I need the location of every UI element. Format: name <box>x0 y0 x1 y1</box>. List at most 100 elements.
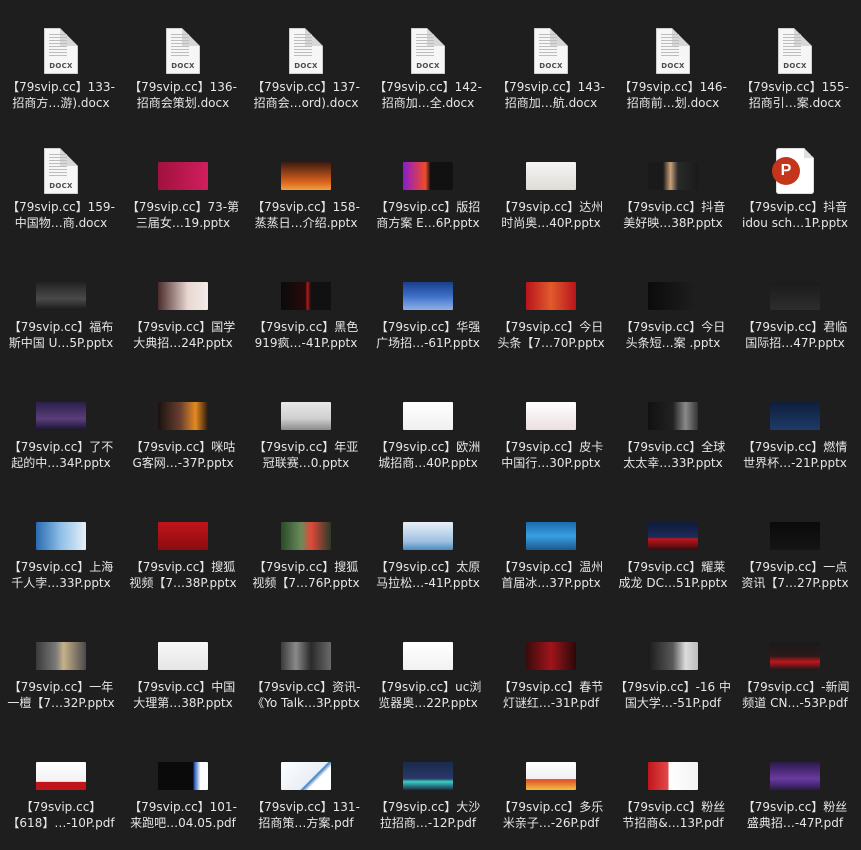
file-name[interactable]: 【79svip.cc】黑色 919疯…-41P.pptx <box>245 320 367 351</box>
file-thumbnail[interactable] <box>0 250 122 314</box>
file-item[interactable]: DOCX 【79svip.cc】136- 招商会策划.docx <box>122 10 244 130</box>
file-thumbnail[interactable] <box>245 250 367 314</box>
file-thumbnail[interactable] <box>612 730 734 794</box>
file-item[interactable]: DOCX 【79svip.cc】146- 招商前…划.docx <box>612 10 734 130</box>
file-item[interactable]: 【79svip.cc】欧洲 城招商…40P.pptx <box>367 370 489 490</box>
file-thumbnail[interactable] <box>734 730 856 794</box>
file-name[interactable]: 【79svip.cc】资讯- 《Yo Talk…3P.pptx <box>245 680 367 711</box>
file-thumbnail[interactable] <box>122 610 244 674</box>
file-name[interactable]: 【79svip.cc】 【618】…-10P.pdf <box>0 800 122 831</box>
file-item[interactable]: 【79svip.cc】君临 国际招…47P.pptx <box>734 250 856 370</box>
file-thumbnail[interactable] <box>734 610 856 674</box>
file-thumbnail[interactable]: DOCX <box>612 10 734 74</box>
file-item[interactable]: 【79svip.cc】抖音 美好映…38P.pptx <box>612 130 734 250</box>
file-item[interactable]: 【79svip.cc】-16 中国大学…-51P.pdf <box>612 610 734 730</box>
file-item[interactable]: DOCX 【79svip.cc】159- 中国物…商.docx <box>0 130 122 250</box>
file-thumbnail[interactable] <box>490 370 612 434</box>
file-thumbnail[interactable] <box>612 250 734 314</box>
file-name[interactable]: 【79svip.cc】燃情 世界杯…-21P.pptx <box>734 440 856 471</box>
file-item[interactable]: 【79svip.cc】搜狐 视频【7…76P.pptx <box>245 490 367 610</box>
file-item[interactable]: 【79svip.cc】黑色 919疯…-41P.pptx <box>245 250 367 370</box>
file-thumbnail[interactable] <box>734 250 856 314</box>
file-name[interactable]: 【79svip.cc】多乐 米亲子…-26P.pdf <box>490 800 612 831</box>
file-item[interactable]: DOCX 【79svip.cc】133- 招商方…游).docx <box>0 10 122 130</box>
file-name[interactable]: 【79svip.cc】抖音 美好映…38P.pptx <box>612 200 734 231</box>
file-name[interactable]: 【79svip.cc】136- 招商会策划.docx <box>122 80 244 111</box>
file-thumbnail[interactable]: P <box>734 130 856 194</box>
file-thumbnail[interactable] <box>0 370 122 434</box>
file-thumbnail[interactable] <box>367 250 489 314</box>
file-name[interactable]: 【79svip.cc】耀莱 成龙 DC…51P.pptx <box>612 560 734 591</box>
file-thumbnail[interactable]: DOCX <box>734 10 856 74</box>
file-name[interactable]: 【79svip.cc】搜狐 视频【7…38P.pptx <box>122 560 244 591</box>
file-name[interactable]: 【79svip.cc】中国 大理第…38P.pptx <box>122 680 244 711</box>
file-item[interactable]: 【79svip.cc】太原 马拉松…-41P.pptx <box>367 490 489 610</box>
file-name[interactable]: 【79svip.cc】146- 招商前…划.docx <box>612 80 734 111</box>
file-name[interactable]: 【79svip.cc】了不 起的中…34P.pptx <box>0 440 122 471</box>
file-thumbnail[interactable] <box>490 610 612 674</box>
file-thumbnail[interactable]: DOCX <box>490 10 612 74</box>
file-thumbnail[interactable] <box>0 490 122 554</box>
file-name[interactable]: 【79svip.cc】一年 一檀【7…32P.pptx <box>0 680 122 711</box>
file-thumbnail[interactable] <box>122 370 244 434</box>
file-name[interactable]: 【79svip.cc】全球 太太幸…33P.pptx <box>612 440 734 471</box>
file-name[interactable]: 【79svip.cc】101- 来跑吧…04.05.pdf <box>122 800 244 831</box>
file-thumbnail[interactable] <box>612 130 734 194</box>
file-name[interactable]: 【79svip.cc】131- 招商策…方案.pdf <box>245 800 367 831</box>
file-name[interactable]: 【79svip.cc】搜狐 视频【7…76P.pptx <box>245 560 367 591</box>
file-item[interactable]: 【79svip.cc】春节 灯谜红…-31P.pdf <box>490 610 612 730</box>
file-name[interactable]: 【79svip.cc】年亚 冠联赛…0.pptx <box>245 440 367 471</box>
file-thumbnail[interactable]: DOCX <box>245 10 367 74</box>
file-thumbnail[interactable]: DOCX <box>367 10 489 74</box>
file-name[interactable]: 【79svip.cc】143- 招商加…航.docx <box>490 80 612 111</box>
file-thumbnail[interactable] <box>122 490 244 554</box>
file-item[interactable]: 【79svip.cc】158- 蒸蒸日…介绍.pptx <box>245 130 367 250</box>
file-item[interactable]: DOCX 【79svip.cc】155- 招商引…案.docx <box>734 10 856 130</box>
file-item[interactable]: 【79svip.cc】73-第 三届女…19.pptx <box>122 130 244 250</box>
file-name[interactable]: 【79svip.cc】温州 首届冰…37P.pptx <box>490 560 612 591</box>
file-thumbnail[interactable] <box>245 730 367 794</box>
file-item[interactable]: DOCX 【79svip.cc】143- 招商加…航.docx <box>490 10 612 130</box>
file-name[interactable]: 【79svip.cc】159- 中国物…商.docx <box>0 200 122 231</box>
file-item[interactable]: DOCX 【79svip.cc】142- 招商加…全.docx <box>367 10 489 130</box>
file-name[interactable]: 【79svip.cc】福布 斯中国 U…5P.pptx <box>0 320 122 351</box>
file-item[interactable]: 【79svip.cc】国学 大典招…24P.pptx <box>122 250 244 370</box>
file-name[interactable]: 【79svip.cc】-16 中国大学…-51P.pdf <box>612 680 734 711</box>
file-item[interactable]: 【79svip.cc】101- 来跑吧…04.05.pdf <box>122 730 244 850</box>
file-item[interactable]: 【79svip.cc】中国 大理第…38P.pptx <box>122 610 244 730</box>
file-thumbnail[interactable] <box>490 250 612 314</box>
file-thumbnail[interactable] <box>367 610 489 674</box>
file-thumbnail[interactable] <box>612 610 734 674</box>
file-item[interactable]: 【79svip.cc】-新闻 频道 CN…-53P.pdf <box>734 610 856 730</box>
file-thumbnail[interactable] <box>245 130 367 194</box>
file-thumbnail[interactable] <box>0 610 122 674</box>
file-thumbnail[interactable] <box>612 490 734 554</box>
file-name[interactable]: 【79svip.cc】太原 马拉松…-41P.pptx <box>367 560 489 591</box>
file-item[interactable]: 【79svip.cc】一点 资讯【7…27P.pptx <box>734 490 856 610</box>
file-item[interactable]: 【79svip.cc】达州 时尚奥…40P.pptx <box>490 130 612 250</box>
file-item[interactable]: 【79svip.cc】温州 首届冰…37P.pptx <box>490 490 612 610</box>
file-name[interactable]: 【79svip.cc】抖音 idou sch…1P.pptx <box>734 200 856 231</box>
file-thumbnail[interactable]: DOCX <box>122 10 244 74</box>
file-item[interactable]: 【79svip.cc】大沙 拉招商…-12P.pdf <box>367 730 489 850</box>
file-thumbnail[interactable] <box>0 730 122 794</box>
file-item[interactable]: 【79svip.cc】131- 招商策…方案.pdf <box>245 730 367 850</box>
file-item[interactable]: P 【79svip.cc】抖音 idou sch…1P.pptx <box>734 130 856 250</box>
file-thumbnail[interactable] <box>367 730 489 794</box>
file-thumbnail[interactable] <box>245 490 367 554</box>
file-item[interactable]: 【79svip.cc】 【618】…-10P.pdf <box>0 730 122 850</box>
file-item[interactable]: 【79svip.cc】今日 头条短…案 .pptx <box>612 250 734 370</box>
file-name[interactable]: 【79svip.cc】今日 头条【7…70P.pptx <box>490 320 612 351</box>
file-name[interactable]: 【79svip.cc】一点 资讯【7…27P.pptx <box>734 560 856 591</box>
file-thumbnail[interactable]: DOCX <box>0 130 122 194</box>
file-name[interactable]: 【79svip.cc】华强 广场招…-61P.pptx <box>367 320 489 351</box>
file-name[interactable]: 【79svip.cc】粉丝 盛典招…-47P.pdf <box>734 800 856 831</box>
file-name[interactable]: 【79svip.cc】155- 招商引…案.docx <box>734 80 856 111</box>
file-item[interactable]: 【79svip.cc】了不 起的中…34P.pptx <box>0 370 122 490</box>
file-item[interactable]: 【79svip.cc】华强 广场招…-61P.pptx <box>367 250 489 370</box>
file-item[interactable]: 【79svip.cc】uc浏 览器奥…22P.pptx <box>367 610 489 730</box>
file-thumbnail[interactable] <box>612 370 734 434</box>
file-thumbnail[interactable] <box>490 130 612 194</box>
file-item[interactable]: 【79svip.cc】皮卡 中国行…30P.pptx <box>490 370 612 490</box>
file-thumbnail[interactable] <box>734 370 856 434</box>
